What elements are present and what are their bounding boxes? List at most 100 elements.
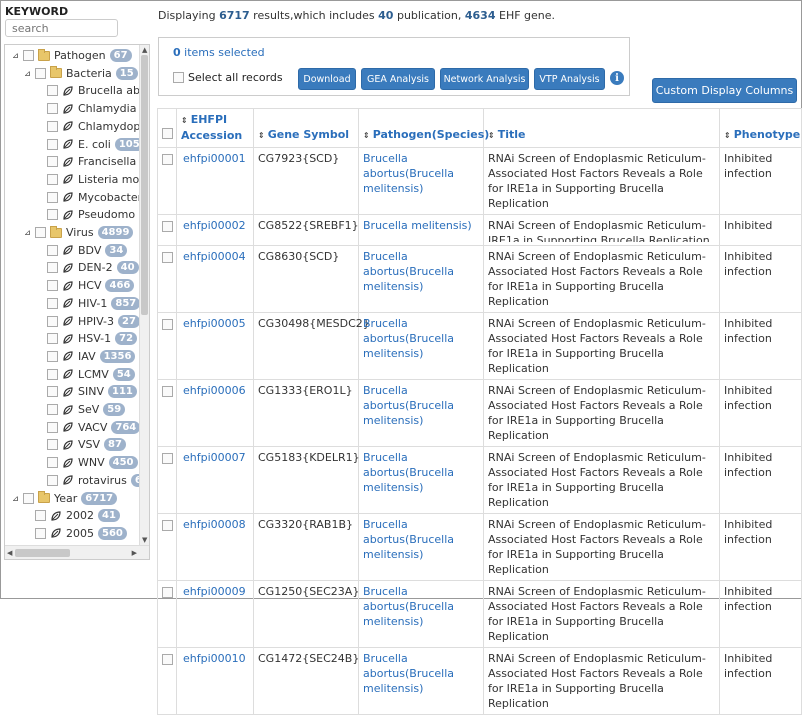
tree-node-checkbox[interactable]	[47, 280, 58, 291]
tree-node[interactable]: Pseudomo	[35, 206, 135, 223]
tree-node-checkbox[interactable]	[47, 103, 58, 114]
tree-node[interactable]: WNV450	[35, 454, 138, 471]
tree-node-checkbox[interactable]	[47, 298, 58, 309]
gea-analysis-button[interactable]: GEA Analysis	[361, 68, 435, 90]
tree-horizontal-scrollbar[interactable]: ◀ ▶	[5, 545, 149, 559]
tree-node[interactable]: HSV-172	[35, 330, 137, 347]
tree-node[interactable]: ⊿Virus4899	[23, 224, 133, 241]
tree-node-checkbox[interactable]	[47, 404, 58, 415]
custom-display-columns-button[interactable]: Custom Display Columns	[652, 78, 797, 103]
table-row[interactable]: ehfpi00004CG8630{SCD}Brucella abortus(Br…	[158, 246, 802, 313]
tree-node-checkbox[interactable]	[47, 316, 58, 327]
tree-node-checkbox[interactable]	[47, 192, 58, 203]
accession-link[interactable]: ehfpi00005	[183, 317, 246, 330]
tree-node[interactable]: Mycobacter	[35, 189, 139, 206]
tree-node-checkbox[interactable]	[35, 227, 46, 238]
accession-link[interactable]: ehfpi00009	[183, 585, 246, 598]
tree-node-checkbox[interactable]	[23, 50, 34, 61]
table-row[interactable]: ehfpi00005CG30498{MESDC2}Brucella abortu…	[158, 313, 802, 380]
tree-node-checkbox[interactable]	[47, 85, 58, 96]
tree-node-checkbox[interactable]	[47, 386, 58, 397]
scroll-down-icon[interactable]: ▼	[142, 536, 147, 544]
tree-node[interactable]: DEN-240	[35, 259, 139, 276]
tree-node-checkbox[interactable]	[47, 369, 58, 380]
tree-node-checkbox[interactable]	[47, 351, 58, 362]
tree-node[interactable]: SINV111	[35, 383, 137, 400]
table-row[interactable]: ehfpi00001CG7923{SCD}Brucella abortus(Br…	[158, 148, 802, 215]
table-row[interactable]: ehfpi00008CG3320{RAB1B}Brucella abortus(…	[158, 514, 802, 581]
pathogen-link[interactable]: Brucella melitensis)	[363, 219, 472, 232]
row-checkbox[interactable]	[162, 154, 173, 165]
pathogen-link[interactable]: Brucella abortus(Brucella melitensis)	[363, 317, 454, 360]
expand-toggle-icon[interactable]: ⊿	[23, 228, 32, 237]
tree-node[interactable]: IAV1356	[35, 348, 135, 365]
table-row[interactable]: ehfpi00010CG1472{SEC24B}Brucella abortus…	[158, 648, 802, 715]
tree-node[interactable]: BDV34	[35, 242, 127, 259]
tree-node-checkbox[interactable]	[47, 475, 58, 486]
tree-node[interactable]: rotavirus6	[35, 472, 139, 489]
row-checkbox[interactable]	[162, 453, 173, 464]
tree-node[interactable]: HCV466	[35, 277, 134, 294]
table-row[interactable]: ehfpi00007CG5183{KDELR1}Brucella abortus…	[158, 447, 802, 514]
expand-toggle-icon[interactable]: ⊿	[11, 51, 20, 60]
tree-node[interactable]: 2005560	[23, 525, 127, 542]
tree-node[interactable]: VACV764	[35, 419, 139, 436]
tree-node[interactable]: Listeria mo	[35, 171, 139, 188]
header-pathogen[interactable]: ⇕Pathogen(Species)	[359, 109, 484, 148]
tree-node-checkbox[interactable]	[47, 439, 58, 450]
search-input[interactable]	[5, 19, 118, 37]
tree-node-checkbox[interactable]	[47, 262, 58, 273]
tree-node[interactable]: Chlamydop	[35, 118, 139, 135]
tree-node-checkbox[interactable]	[35, 68, 46, 79]
accession-link[interactable]: ehfpi00004	[183, 250, 246, 263]
tree-horizontal-scroll-thumb[interactable]	[15, 549, 70, 557]
row-checkbox[interactable]	[162, 386, 173, 397]
header-title[interactable]: ⇕Title	[484, 109, 720, 148]
pathogen-link[interactable]: Brucella abortus(Brucella melitensis)	[363, 152, 454, 195]
tree-node-checkbox[interactable]	[35, 528, 46, 539]
scroll-left-icon[interactable]: ◀	[7, 549, 12, 557]
expand-toggle-icon[interactable]: ⊿	[11, 494, 20, 503]
pathogen-link[interactable]: Brucella abortus(Brucella melitensis)	[363, 384, 454, 427]
select-all-checkbox[interactable]	[173, 72, 184, 83]
tree-node[interactable]: SeV59	[35, 401, 125, 418]
table-row[interactable]: ehfpi00006CG1333{ERO1L}Brucella abortus(…	[158, 380, 802, 447]
tree-node-checkbox[interactable]	[47, 457, 58, 468]
select-page-checkbox[interactable]	[162, 128, 173, 139]
tree-node-checkbox[interactable]	[47, 139, 58, 150]
accession-link[interactable]: ehfpi00008	[183, 518, 246, 531]
row-checkbox[interactable]	[162, 252, 173, 263]
tree-node[interactable]: HPIV-327	[35, 313, 139, 330]
tree-node-checkbox[interactable]	[47, 121, 58, 132]
tree-node[interactable]: ⊿Bacteria15	[23, 65, 138, 82]
accession-link[interactable]: ehfpi00002	[183, 219, 246, 232]
tree-node-checkbox[interactable]	[47, 422, 58, 433]
row-checkbox[interactable]	[162, 520, 173, 531]
tree-node-checkbox[interactable]	[35, 510, 46, 521]
tree-node[interactable]: 200241	[23, 507, 120, 524]
tree-vertical-scrollbar[interactable]: ▲ ▼	[139, 45, 149, 545]
tree-node[interactable]: ⊿Year6717	[11, 490, 117, 507]
tree-node-checkbox[interactable]	[47, 174, 58, 185]
tree-node[interactable]: HIV-1857	[35, 295, 139, 312]
accession-link[interactable]: ehfpi00007	[183, 451, 246, 464]
header-accession[interactable]: ⇕EHFPI Accession	[177, 109, 254, 148]
tree-node-checkbox[interactable]	[23, 493, 34, 504]
pathogen-link[interactable]: Brucella abortus(Brucella melitensis)	[363, 250, 454, 293]
tree-node-checkbox[interactable]	[47, 209, 58, 220]
accession-link[interactable]: ehfpi00001	[183, 152, 246, 165]
accession-link[interactable]: ehfpi00006	[183, 384, 246, 397]
row-checkbox[interactable]	[162, 221, 173, 232]
row-checkbox[interactable]	[162, 654, 173, 665]
header-phenotype[interactable]: ⇕Phenotype	[720, 109, 802, 148]
tree-node[interactable]: E. coli105	[35, 136, 139, 153]
tree-node-checkbox[interactable]	[47, 245, 58, 256]
tree-node[interactable]: Brucella ab	[35, 82, 139, 99]
info-icon[interactable]: i	[610, 71, 624, 85]
network-analysis-button[interactable]: Network Analysis	[440, 68, 529, 90]
tree-node[interactable]: LCMV54	[35, 366, 135, 383]
tree-node[interactable]: ⊿Pathogen67	[11, 47, 132, 64]
table-row[interactable]: ehfpi00002CG8522{SREBF1}Brucella meliten…	[158, 215, 802, 246]
pathogen-link[interactable]: Brucella abortus(Brucella melitensis)	[363, 585, 454, 628]
download-button[interactable]: Download	[298, 68, 356, 90]
